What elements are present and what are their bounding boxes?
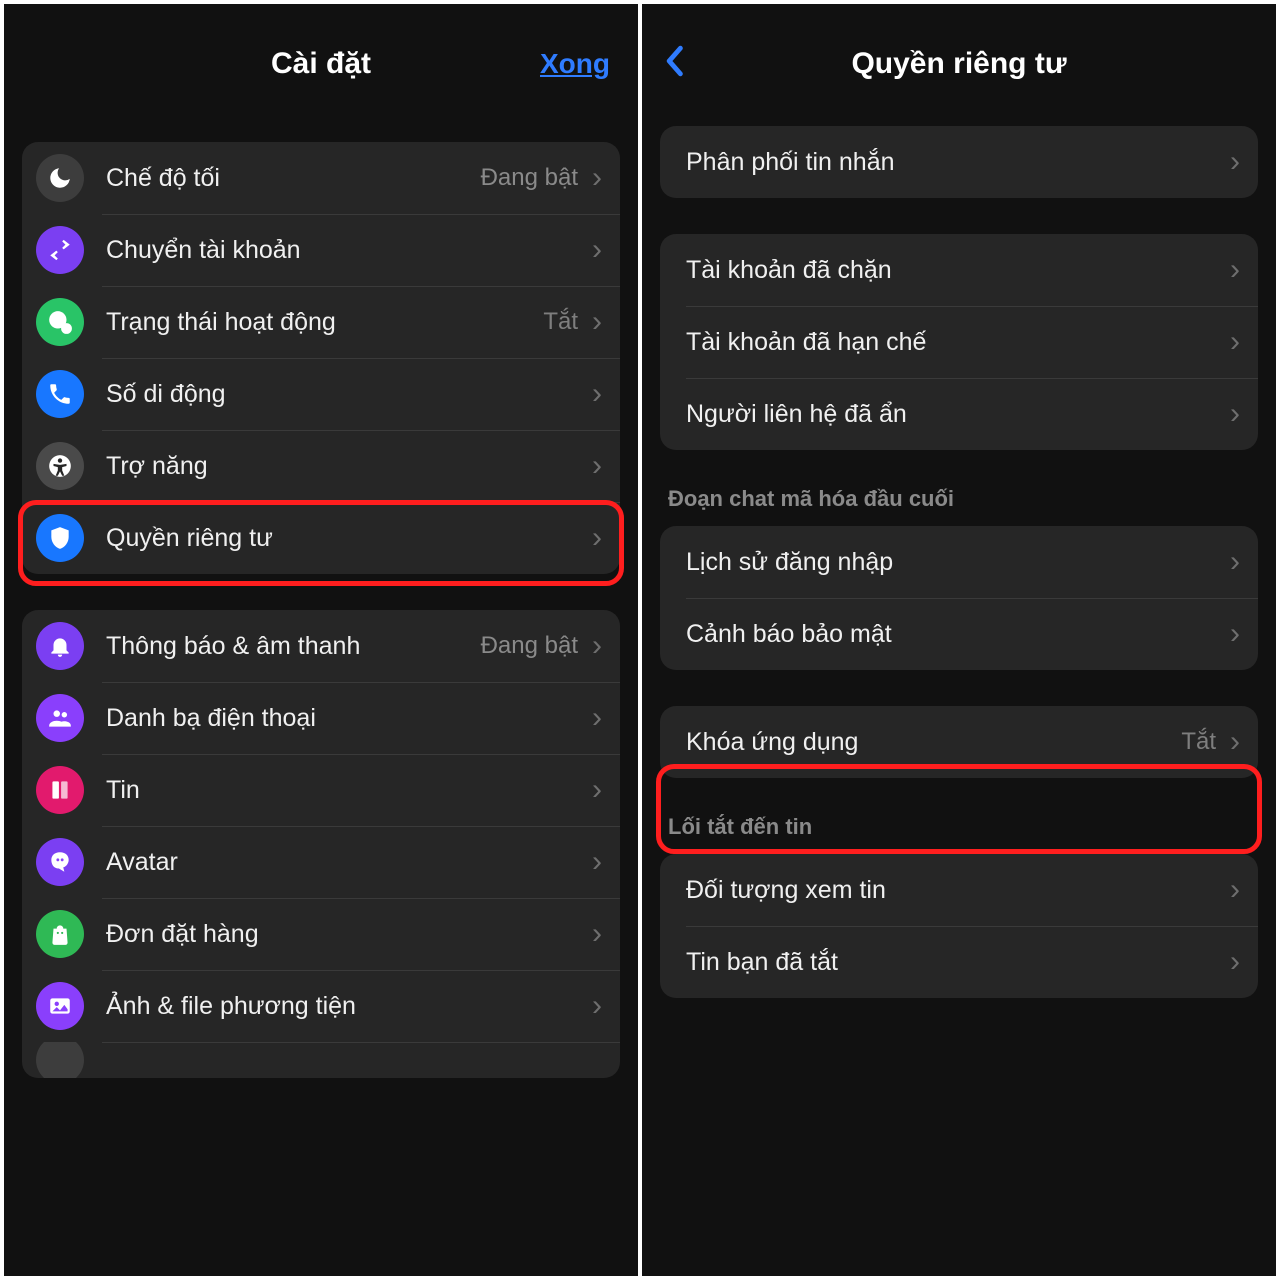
chevron-right-icon: › [1230,617,1240,651]
row-label: Trạng thái hoạt động [106,308,543,337]
settings-group-2: Thông báo & âm thanh Đang bật › Danh bạ … [22,610,620,1078]
settings-title: Cài đặt [271,47,371,81]
row-label: Trợ năng [106,452,582,481]
privacy-group-2: Tài khoản đã chặn › Tài khoản đã hạn chế… [660,234,1258,450]
row-muted-stories[interactable]: Tin bạn đã tắt › [660,926,1258,998]
row-label: Lịch sử đăng nhập [686,548,1220,577]
row-avatar[interactable]: Avatar › [22,826,620,898]
chevron-right-icon: › [1230,397,1240,431]
row-label: Đơn đặt hàng [106,920,582,949]
row-photos-media[interactable]: Ảnh & file phương tiện › [22,970,620,1042]
row-blocked-accounts[interactable]: Tài khoản đã chặn › [660,234,1258,306]
row-value: Đang bật [481,164,578,192]
story-icon [36,766,84,814]
switch-account-icon [36,226,84,274]
privacy-group-4: Khóa ứng dụng Tắt › [660,706,1258,778]
settings-group-1: Chế độ tối Đang bật › Chuyển tài khoản ›… [22,142,620,574]
avatar-icon [36,838,84,886]
chevron-right-icon: › [592,377,602,411]
contacts-icon [36,694,84,742]
privacy-group-5: Đối tượng xem tin › Tin bạn đã tắt › [660,854,1258,998]
row-label: Avatar [106,848,582,877]
placeholder-icon [36,1042,84,1078]
bell-icon [36,622,84,670]
row-label: Khóa ứng dụng [686,728,1181,757]
done-button[interactable]: Xong [540,48,610,80]
row-value: Đang bật [481,632,578,660]
chevron-right-icon: › [592,845,602,879]
shield-icon [36,514,84,562]
row-label: Tin bạn đã tắt [686,948,1220,977]
moon-icon [36,154,84,202]
row-label: Quyền riêng tư [106,524,582,553]
row-story-audience[interactable]: Đối tượng xem tin › [660,854,1258,926]
row-label: Đối tượng xem tin [686,876,1220,905]
privacy-group-3: Lịch sử đăng nhập › Cảnh báo bảo mật › [660,526,1258,670]
row-login-history[interactable]: Lịch sử đăng nhập › [660,526,1258,598]
row-story[interactable]: Tin › [22,754,620,826]
row-label: Số di động [106,380,582,409]
row-restricted-accounts[interactable]: Tài khoản đã hạn chế › [660,306,1258,378]
row-security-alerts[interactable]: Cảnh báo bảo mật › [660,598,1258,670]
row-value: Tắt [1181,728,1216,756]
section-e2e: Đoạn chat mã hóa đầu cuối [660,486,1258,526]
row-privacy[interactable]: Quyền riêng tư › [22,502,620,574]
shopping-bag-icon [36,910,84,958]
row-label: Người liên hệ đã ẩn [686,400,1220,429]
phone-icon [36,370,84,418]
row-notifications[interactable]: Thông báo & âm thanh Đang bật › [22,610,620,682]
row-label: Chế độ tối [106,164,481,193]
chevron-right-icon: › [592,305,602,339]
row-label: Chuyển tài khoản [106,236,582,265]
row-dark-mode[interactable]: Chế độ tối Đang bật › [22,142,620,214]
row-orders[interactable]: Đơn đặt hàng › [22,898,620,970]
privacy-title: Quyền riêng tư [851,47,1066,81]
row-label: Danh bạ điện thoại [106,704,582,733]
chevron-right-icon: › [592,161,602,195]
settings-screen: Cài đặt Xong Chế độ tối Đang bật › Chuyể… [0,0,640,1280]
row-cutoff[interactable] [22,1042,620,1078]
chevron-right-icon: › [592,701,602,735]
privacy-group-1: Phân phối tin nhắn › [660,126,1258,198]
row-label: Cảnh báo bảo mật [686,620,1220,649]
chevron-right-icon: › [592,989,602,1023]
row-label: Phân phối tin nhắn [686,148,1220,177]
row-message-delivery[interactable]: Phân phối tin nhắn › [660,126,1258,198]
row-label: Ảnh & file phương tiện [106,992,582,1021]
row-mobile-number[interactable]: Số di động › [22,358,620,430]
privacy-screen: Quyền riêng tư Phân phối tin nhắn › Tài … [640,0,1280,1280]
row-label: Tài khoản đã hạn chế [686,328,1220,357]
chevron-right-icon: › [592,521,602,555]
row-accessibility[interactable]: Trợ năng › [22,430,620,502]
chevron-right-icon: › [592,449,602,483]
active-status-icon [36,298,84,346]
chevron-right-icon: › [1230,253,1240,287]
row-value: Tắt [543,308,578,336]
section-shortcut: Lối tắt đến tin [660,814,1258,854]
row-label: Tài khoản đã chặn [686,256,1220,285]
chevron-right-icon: › [592,773,602,807]
row-phone-contacts[interactable]: Danh bạ điện thoại › [22,682,620,754]
chevron-right-icon: › [1230,325,1240,359]
privacy-header: Quyền riêng tư [660,4,1258,124]
row-label: Tin [106,776,582,805]
row-active-status[interactable]: Trạng thái hoạt động Tắt › [22,286,620,358]
photo-icon [36,982,84,1030]
chevron-right-icon: › [1230,545,1240,579]
row-label: Thông báo & âm thanh [106,632,481,661]
row-hidden-contacts[interactable]: Người liên hệ đã ẩn › [660,378,1258,450]
back-button[interactable] [664,45,684,83]
accessibility-icon [36,442,84,490]
chevron-right-icon: › [1230,725,1240,759]
settings-header: Cài đặt Xong [22,4,620,124]
row-switch-account[interactable]: Chuyển tài khoản › [22,214,620,286]
chevron-right-icon: › [592,917,602,951]
chevron-right-icon: › [1230,945,1240,979]
chevron-right-icon: › [592,629,602,663]
chevron-right-icon: › [592,233,602,267]
chevron-right-icon: › [1230,873,1240,907]
row-app-lock[interactable]: Khóa ứng dụng Tắt › [660,706,1258,778]
chevron-right-icon: › [1230,145,1240,179]
